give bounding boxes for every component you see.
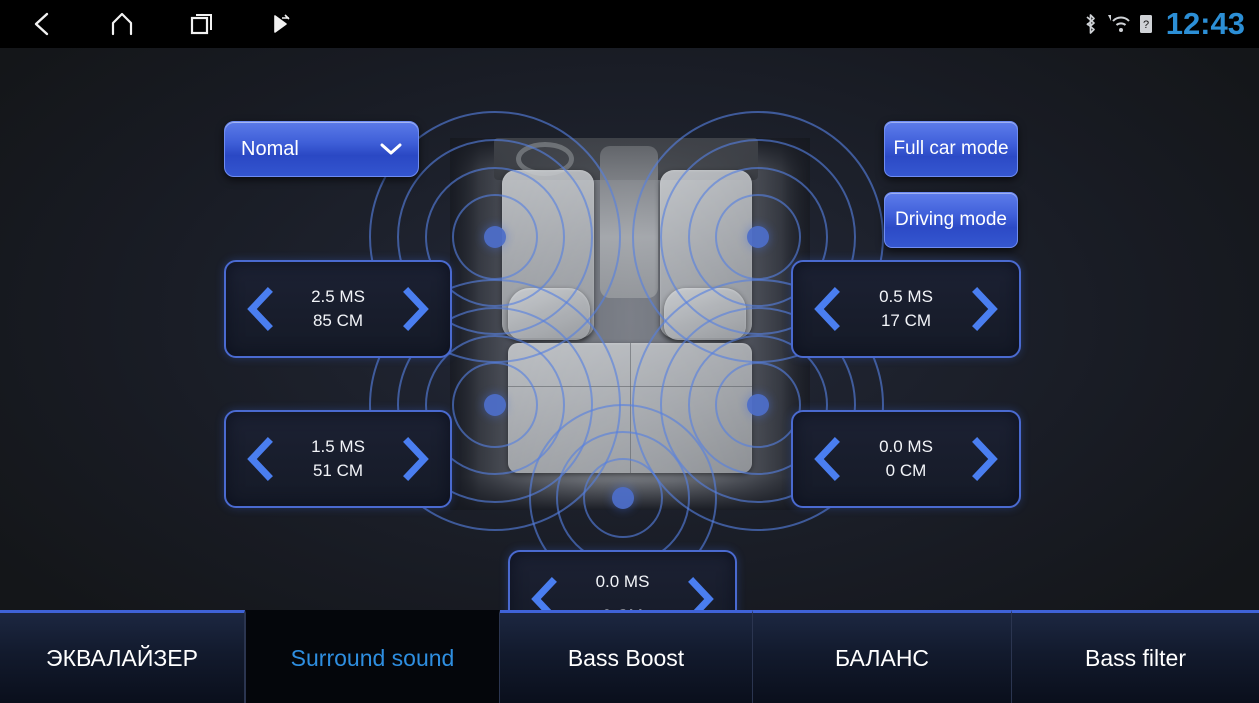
delay-values-rear-left: 1.5 MS 51 CM — [311, 435, 365, 483]
clock: 12:43 — [1165, 6, 1245, 41]
delay-panel-rear-right: 0.0 MS 0 CM — [791, 410, 1021, 508]
delay-ms-value: 0.5 MS — [879, 287, 933, 306]
main-stage: Nomal Full car mode Driving mode 2.5 MS … — [0, 48, 1259, 610]
svg-text:?: ? — [1143, 19, 1149, 31]
seat-cushion-front-left — [508, 288, 590, 340]
chevron-right-icon[interactable] — [683, 576, 719, 610]
delay-ms-value: 0.0 MS — [595, 572, 650, 591]
delay-cm-value: 0 CM — [885, 461, 927, 480]
car-diagram — [369, 111, 884, 592]
tab-bass-boost[interactable]: Bass Boost — [500, 610, 753, 703]
wifi-icon — [1107, 15, 1130, 32]
delay-values-subwoofer: 0.0 MS 0 CM — [596, 570, 650, 610]
chevron-left-icon[interactable] — [242, 436, 278, 482]
volume-icon[interactable] — [262, 4, 302, 44]
chevron-left-icon[interactable] — [242, 286, 278, 332]
delay-ms-value: 2.5 MS — [311, 287, 365, 306]
full-car-mode-button[interactable]: Full car mode — [884, 121, 1018, 177]
delay-cm-value: 51 CM — [312, 461, 364, 480]
chevron-left-icon[interactable] — [809, 436, 845, 482]
delay-values-front-right: 0.5 MS 17 CM — [879, 285, 933, 333]
seat-seam — [630, 343, 631, 473]
preset-dropdown[interactable]: Nomal — [224, 121, 419, 177]
sim-icon: ? — [1139, 15, 1152, 33]
back-icon[interactable] — [22, 4, 62, 44]
tab-bass-filter[interactable]: Bass filter — [1012, 610, 1259, 703]
delay-cm-value: 17 CM — [880, 311, 932, 330]
chevron-right-icon[interactable] — [398, 436, 434, 482]
tab-bar: ЭКВАЛАЙЗЕР Surround sound Bass Boost БАЛ… — [0, 610, 1259, 703]
navigation-bar — [22, 0, 302, 48]
home-icon[interactable] — [102, 4, 142, 44]
recents-icon[interactable] — [182, 4, 222, 44]
tab-surround-sound[interactable]: Surround sound — [245, 610, 500, 703]
bluetooth-icon — [1086, 14, 1095, 34]
surround-sound-screen: ? 12:43 Nomal Full car mode Driving mode… — [0, 0, 1259, 703]
driving-mode-button[interactable]: Driving mode — [884, 192, 1018, 248]
chevron-right-icon[interactable] — [967, 436, 1003, 482]
tab-balance[interactable]: БАЛАНС — [753, 610, 1012, 703]
system-indicators: ? 12:43 — [1082, 0, 1245, 48]
seat-cushion-front-right — [664, 288, 746, 340]
delay-ms-value: 1.5 MS — [311, 437, 365, 456]
chevron-right-icon[interactable] — [967, 286, 1003, 332]
chevron-left-icon[interactable] — [809, 286, 845, 332]
delay-panel-front-right: 0.5 MS 17 CM — [791, 260, 1021, 358]
delay-panel-rear-left: 1.5 MS 51 CM — [224, 410, 452, 508]
delay-panel-front-left: 2.5 MS 85 CM — [224, 260, 452, 358]
chevron-down-icon — [380, 142, 402, 156]
delay-cm-value: 85 CM — [312, 311, 364, 330]
delay-values-front-left: 2.5 MS 85 CM — [311, 285, 365, 333]
preset-dropdown-value: Nomal — [241, 137, 299, 160]
center-console — [600, 146, 658, 298]
delay-ms-value: 0.0 MS — [879, 437, 933, 456]
delay-values-rear-right: 0.0 MS 0 CM — [879, 435, 933, 483]
tab-equalizer[interactable]: ЭКВАЛАЙЗЕР — [0, 610, 245, 703]
chevron-left-icon[interactable] — [526, 576, 562, 610]
delay-panel-subwoofer: 0.0 MS 0 CM — [508, 550, 737, 610]
chevron-right-icon[interactable] — [398, 286, 434, 332]
status-bar: ? 12:43 — [0, 0, 1259, 48]
